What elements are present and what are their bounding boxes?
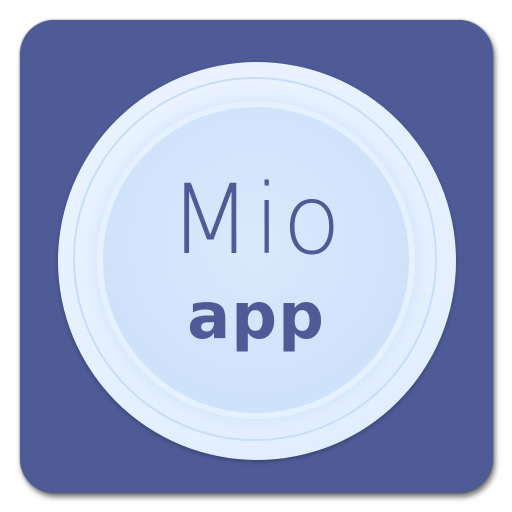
app-name-title: Mio: [168, 164, 344, 276]
app-name-subtitle: app: [187, 280, 325, 354]
app-icon[interactable]: Mio app: [0, 0, 512, 512]
